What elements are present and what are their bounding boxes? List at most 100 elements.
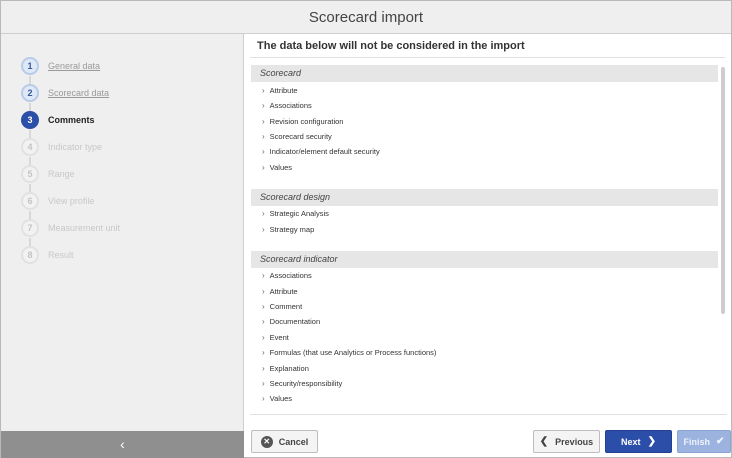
next-button[interactable]: Next ❯ [605, 430, 672, 453]
step-number: 2 [21, 84, 39, 102]
list-item-label: Comment [269, 302, 303, 311]
list-item-label: Strategy map [269, 225, 315, 234]
cancel-button-label: Cancel [278, 436, 309, 447]
list-item-label: Explanation [269, 364, 309, 373]
chevron-right-icon: › [262, 163, 265, 172]
divider [250, 414, 727, 415]
list-item: › Security/responsibility [262, 377, 342, 390]
finish-button-label: Finish [683, 436, 711, 447]
list-item-label: Documentation [269, 317, 321, 326]
list-item: › Indicator/element default security [262, 145, 380, 158]
list-item-label: Security/responsibility [269, 379, 343, 388]
step-label: Scorecard data [48, 88, 110, 98]
step-number: 6 [21, 192, 39, 210]
close-icon: ✕ [260, 435, 273, 448]
previous-button[interactable]: ❮ Previous [533, 430, 600, 453]
step-label: Comments [48, 115, 95, 125]
step-number: 4 [21, 138, 39, 156]
chevron-right-icon: › [262, 132, 265, 141]
step-label: Result [48, 250, 74, 260]
list-item: › Formulas (that use Analytics or Process… [262, 346, 436, 359]
finish-button[interactable]: Finish ✔ [677, 430, 731, 453]
chevron-right-icon: › [262, 86, 265, 95]
list-item: › Strategy map [262, 223, 314, 236]
list-item: › Scorecard security [262, 130, 332, 143]
list-item-label: Revision configuration [269, 117, 344, 126]
chevron-right-icon: ❯ [647, 436, 656, 447]
list-item-label: Associations [269, 271, 312, 280]
list-item: › Associations [262, 269, 312, 282]
chevron-left-icon: ❮ [539, 436, 549, 447]
section-header-scorecard-design: Scorecard design [251, 189, 718, 206]
list-item: › Explanation [262, 362, 309, 375]
collapse-sidebar-button[interactable]: ‹ [1, 431, 244, 458]
step-number: 3 [21, 111, 39, 129]
chevron-right-icon: › [262, 364, 265, 373]
list-item: › Values [262, 161, 292, 174]
excluded-data-list[interactable]: Scorecard › Attribute › Associations › Revi… [251, 65, 719, 406]
chevron-right-icon: › [262, 348, 265, 357]
step-label: Indicator type [48, 142, 103, 152]
list-item-label: Formulas (that use Analytics or Process … [269, 348, 437, 357]
chevron-right-icon: › [262, 379, 265, 388]
step-comments: 3 Comments [21, 111, 95, 129]
step-range: 5 Range [21, 165, 75, 183]
chevron-right-icon: › [262, 394, 265, 403]
wizard-steps-sidebar: 1 General data 2 Scorecard data 3 Commen… [1, 34, 244, 458]
chevron-right-icon: › [262, 271, 265, 280]
chevron-right-icon: › [262, 333, 265, 342]
list-item: › Revision configuration [262, 115, 343, 128]
step-measurement-unit: 7 Measurement unit [21, 219, 120, 237]
step-number: 1 [21, 57, 39, 75]
list-item-label: Event [269, 333, 289, 342]
step-label: View profile [48, 196, 95, 206]
step-label: Measurement unit [48, 223, 121, 233]
step-result: 8 Result [21, 246, 74, 264]
list-item-label: Associations [269, 101, 312, 110]
list-item-label: Attribute [269, 86, 298, 95]
import-dialog: Scorecard import 1 General data 2 Scorec… [0, 0, 732, 458]
list-item: › Documentation [262, 315, 320, 328]
list-item-label: Strategic Analysis [269, 209, 329, 218]
cancel-button[interactable]: ✕ Cancel [251, 430, 318, 453]
main-panel: The data below will not be considered in… [245, 34, 732, 458]
step-number: 5 [21, 165, 39, 183]
divider [250, 57, 725, 58]
section-header-scorecard: Scorecard [251, 65, 718, 82]
step-number: 7 [21, 219, 39, 237]
list-item: › Strategic Analysis [262, 207, 329, 220]
list-item: › Attribute [262, 84, 298, 97]
chevron-right-icon: › [262, 225, 265, 234]
chevron-right-icon: › [262, 117, 265, 126]
chevron-right-icon: › [262, 209, 265, 218]
check-icon: ✔ [716, 436, 725, 447]
step-general-data[interactable]: 1 General data [21, 57, 100, 75]
list-item-label: Values [269, 163, 293, 172]
chevron-right-icon: › [262, 101, 265, 110]
list-item: › Associations [262, 99, 312, 112]
vertical-scrollbar[interactable] [721, 67, 725, 314]
step-number: 8 [21, 246, 39, 264]
chevron-right-icon: › [262, 317, 265, 326]
chevron-right-icon: › [262, 287, 265, 296]
chevron-left-icon: ‹ [120, 436, 125, 452]
chevron-right-icon: › [262, 302, 265, 311]
step-label: Range [48, 169, 75, 179]
step-view-profile: 6 View profile [21, 192, 94, 210]
list-item: › Values [262, 392, 292, 405]
list-item-label: Values [269, 394, 293, 403]
list-item: › Event [262, 331, 289, 344]
list-item: › Comment [262, 300, 302, 313]
step-scorecard-data[interactable]: 2 Scorecard data [21, 84, 109, 102]
step-indicator-type: 4 Indicator type [21, 138, 102, 156]
list-item: › Attribute [262, 285, 298, 298]
previous-button-label: Previous [555, 436, 594, 447]
chevron-right-icon: › [262, 147, 265, 156]
next-button-label: Next [621, 436, 641, 447]
step-label: General data [48, 61, 101, 71]
page-title: The data below will not be considered in… [257, 40, 525, 52]
section-header-scorecard-indicator: Scorecard indicator [251, 251, 718, 268]
list-item-label: Attribute [269, 287, 298, 296]
list-item-label: Scorecard security [269, 132, 332, 141]
dialog-title: Scorecard import [1, 1, 731, 34]
